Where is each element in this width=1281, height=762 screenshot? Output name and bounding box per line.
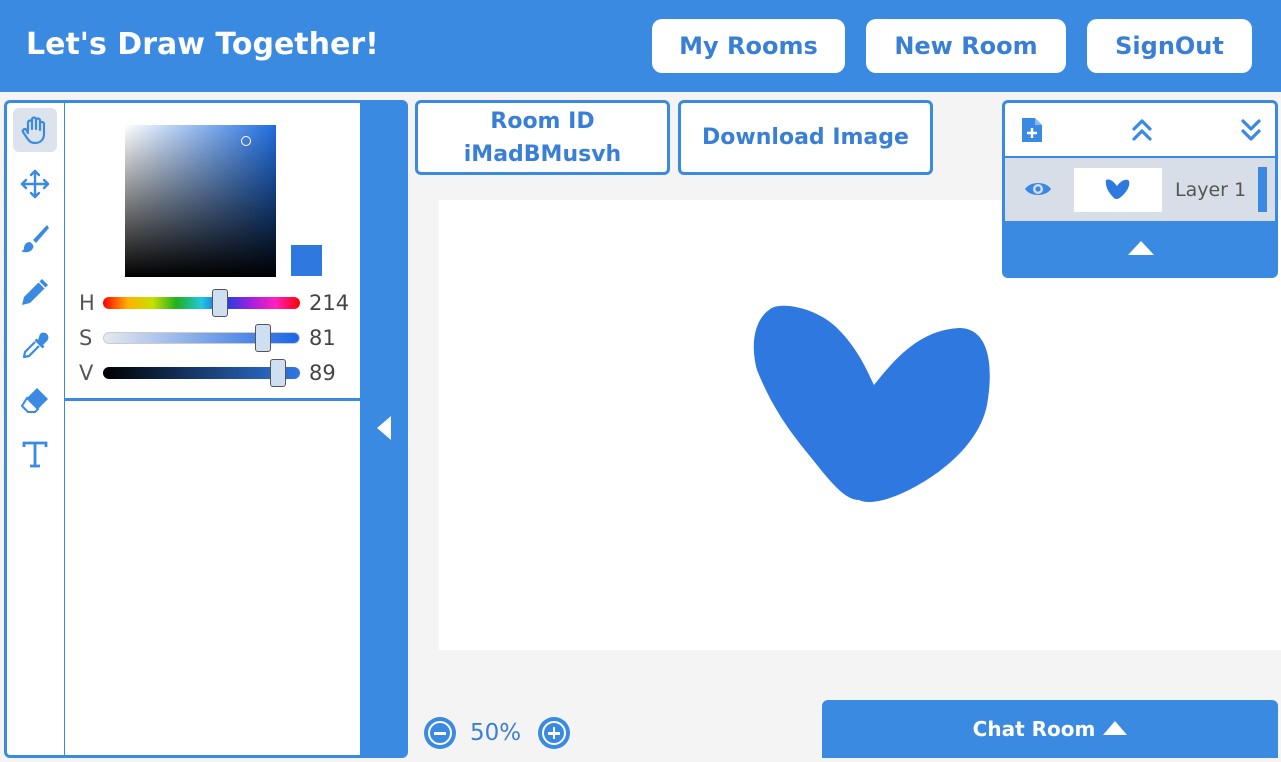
zoom-out-button[interactable] — [424, 717, 456, 749]
pencil-icon — [22, 279, 48, 305]
hue-slider[interactable] — [103, 297, 300, 309]
layers-toolbar — [1005, 103, 1275, 156]
hand-icon — [21, 116, 46, 145]
sign-out-button[interactable]: SignOut — [1087, 19, 1252, 73]
saturation-slider-thumb[interactable] — [254, 324, 271, 352]
add-layer-button[interactable] — [1017, 115, 1047, 145]
value-value: 89 — [309, 361, 336, 385]
layer-scrollbar[interactable] — [1258, 167, 1267, 212]
move-layer-up-button[interactable] — [1127, 115, 1157, 145]
chat-room-label: Chat Room — [972, 717, 1096, 741]
layer-row[interactable]: Layer 1 — [1005, 158, 1275, 221]
chevrons-up-icon — [1132, 119, 1152, 141]
saturation-value: 81 — [309, 326, 336, 350]
value-slider-thumb[interactable] — [270, 359, 287, 387]
hand-tool-button[interactable] — [13, 108, 57, 152]
eraser-icon — [20, 388, 48, 413]
value-slider-row: V 89 — [79, 359, 359, 387]
layers-panel: Layer 1 — [1002, 100, 1278, 278]
zoom-in-button[interactable] — [538, 717, 570, 749]
value-label: V — [79, 361, 94, 385]
new-layer-icon — [1022, 118, 1042, 142]
sv-cursor[interactable] — [241, 136, 251, 146]
layer-name: Layer 1 — [1175, 179, 1247, 201]
saturation-slider-row: S 81 — [79, 324, 359, 352]
pencil-tool-button[interactable] — [13, 270, 57, 314]
app-header: Let's Draw Together! My Rooms New Room S… — [0, 0, 1281, 92]
chevrons-down-icon — [1241, 119, 1261, 141]
room-id-label: Room ID — [490, 108, 595, 134]
chat-expand-icon — [1103, 721, 1128, 735]
collapse-panel-button[interactable] — [362, 100, 408, 758]
zoom-out-icon — [428, 721, 452, 745]
eraser-tool-button[interactable] — [13, 378, 57, 422]
chat-room-button[interactable]: Chat Room — [822, 700, 1278, 758]
paintbrush-icon — [21, 225, 49, 253]
eyedropper-tool-button[interactable] — [13, 324, 57, 368]
room-id-value: iMadBMusvh — [463, 141, 622, 167]
move-arrows-icon — [20, 169, 50, 199]
layer-thumbnail — [1074, 168, 1162, 212]
zoom-level: 50% — [470, 720, 522, 746]
move-layer-down-button[interactable] — [1236, 115, 1266, 145]
new-room-button[interactable]: New Room — [866, 19, 1066, 73]
text-t-icon — [22, 441, 48, 468]
hue-slider-thumb[interactable] — [212, 289, 229, 317]
hue-label: H — [79, 291, 95, 315]
hue-value: 214 — [309, 291, 350, 315]
color-picker-panel: H 214 S 81 V 89 — [65, 100, 363, 758]
room-id-button[interactable]: Room ID iMadBMusvh — [415, 100, 670, 175]
zoom-in-icon — [542, 721, 566, 745]
layers-collapse-icon[interactable] — [1128, 241, 1154, 255]
my-rooms-button[interactable]: My Rooms — [652, 19, 845, 73]
eyedropper-icon — [22, 332, 49, 359]
move-tool-button[interactable] — [13, 162, 57, 206]
hue-slider-row: H 214 — [79, 289, 359, 317]
panel-divider — [65, 398, 360, 401]
download-image-button[interactable]: Download Image — [678, 100, 933, 175]
collapse-left-icon — [377, 416, 391, 440]
text-tool-button[interactable] — [13, 432, 57, 476]
saturation-value-picker[interactable] — [125, 125, 276, 277]
brush-tool-button[interactable] — [13, 216, 57, 260]
tool-bar — [4, 100, 66, 758]
saturation-label: S — [79, 326, 93, 350]
app-title: Let's Draw Together! — [26, 27, 379, 62]
current-color-swatch — [291, 245, 322, 276]
eye-icon[interactable] — [1024, 180, 1052, 198]
